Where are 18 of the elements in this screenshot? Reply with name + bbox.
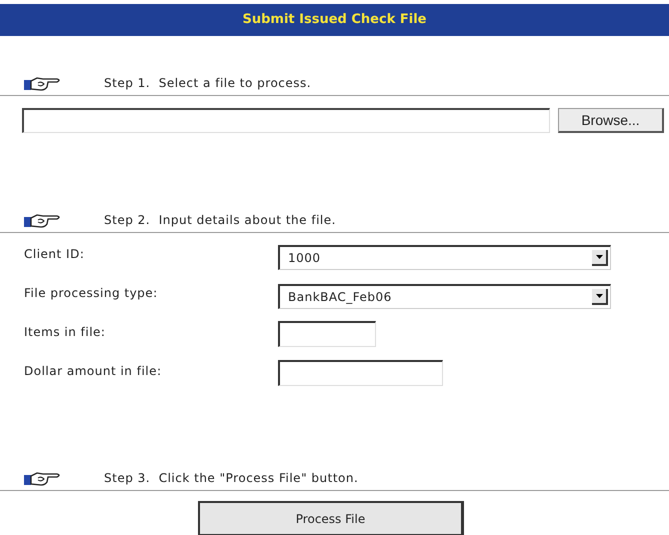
- pointing-hand-icon: [24, 76, 62, 92]
- dropdown[interactable]: BankBAC_Feb06: [278, 284, 611, 309]
- field-label: File processing type:: [24, 285, 159, 302]
- field-label: Items in file:: [24, 324, 106, 341]
- field-label: Dollar amount in file:: [24, 363, 163, 380]
- field-label: Client ID:: [24, 246, 86, 263]
- pointing-hand-icon: [24, 471, 62, 487]
- browse-button[interactable]: Browse...: [558, 108, 664, 133]
- process-file-button[interactable]: Process File: [198, 501, 464, 535]
- input-field[interactable]: [278, 360, 443, 386]
- dropdown[interactable]: 1000: [278, 245, 611, 270]
- input-field[interactable]: [278, 321, 376, 347]
- file-path-field[interactable]: [22, 108, 550, 133]
- pointing-hand-icon: [24, 213, 62, 229]
- step-instruction: Step 1. Select a file to process.: [104, 75, 312, 92]
- step-instruction: Step 3. Click the "Process File" button.: [104, 470, 358, 487]
- page-title: Submit Issued Check File: [0, 4, 669, 36]
- step-instruction: Step 2. Input details about the file.: [104, 212, 336, 229]
